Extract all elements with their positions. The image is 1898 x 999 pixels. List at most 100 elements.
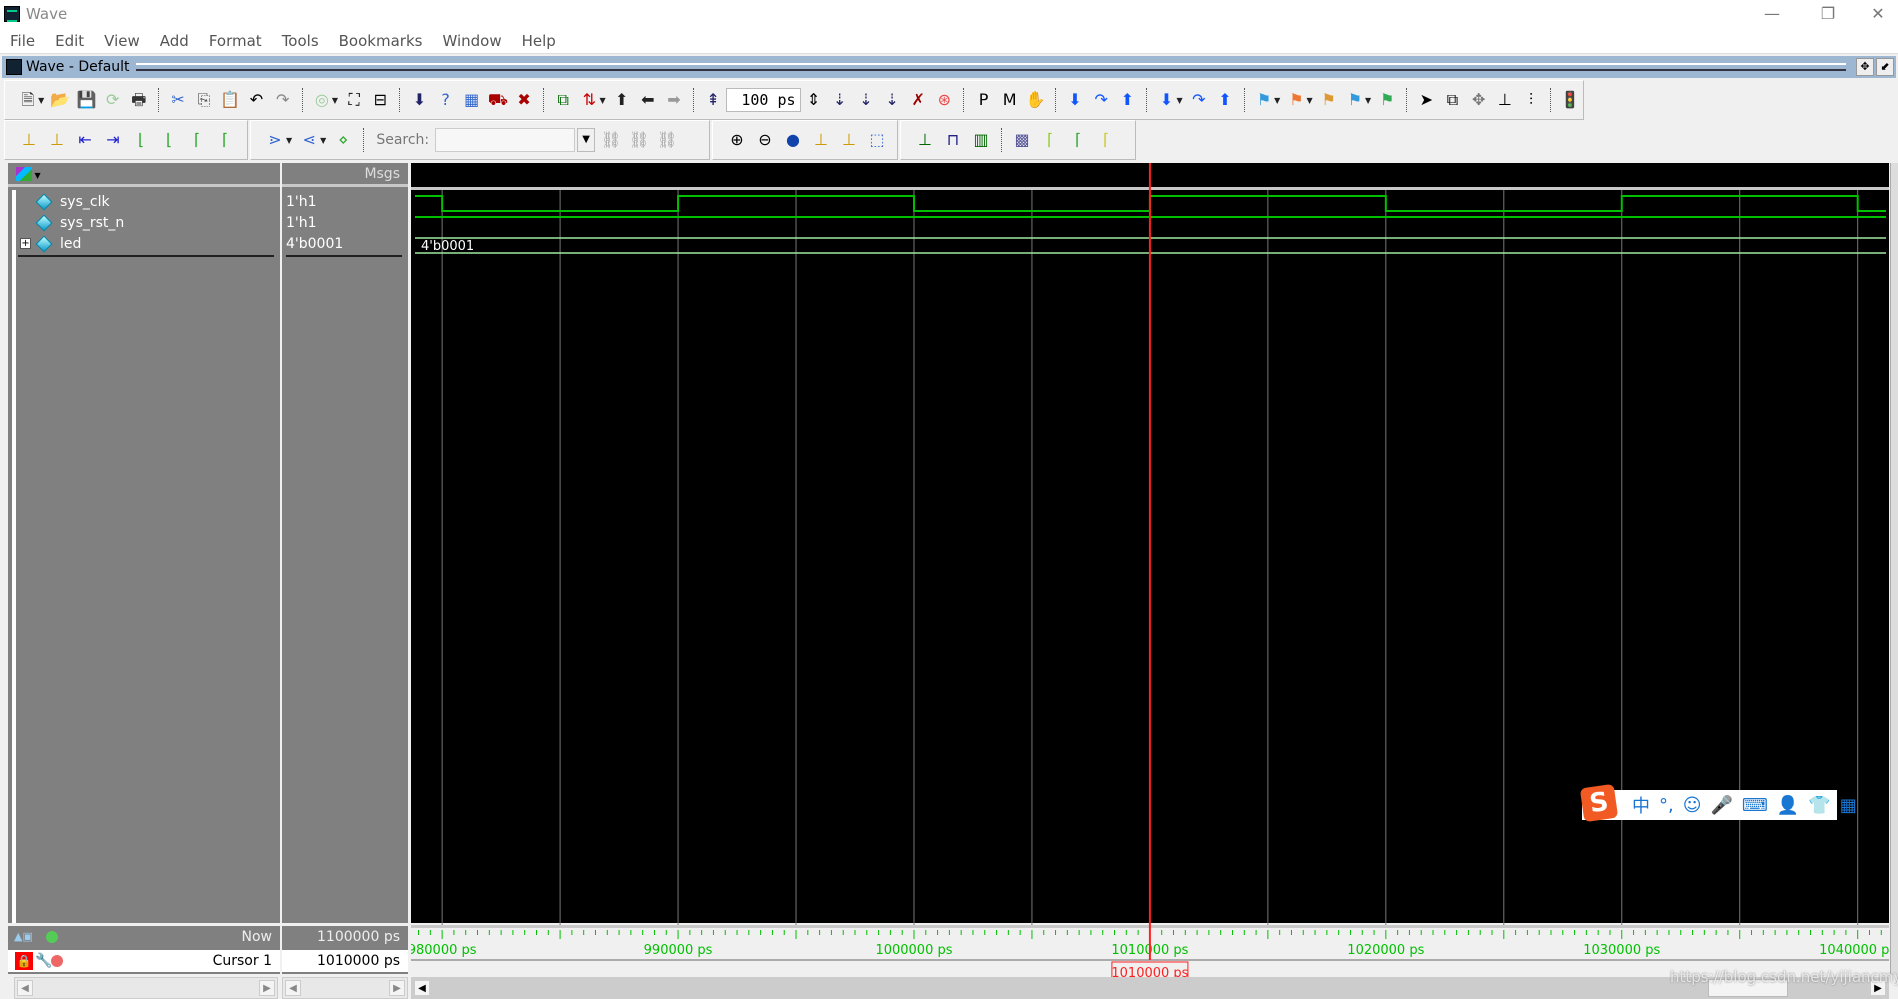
cursor-mode-icon[interactable]: ⊥ <box>1494 88 1516 112</box>
delete-icon[interactable]: ✖ <box>513 88 535 112</box>
menu-help[interactable]: Help <box>522 32 556 50</box>
dropdown-arrow-icon[interactable]: ▼ <box>1306 96 1312 105</box>
add-bookmark-icon[interactable]: ⚑ <box>1253 88 1275 112</box>
spinner-icon[interactable]: ⇕ <box>803 88 825 112</box>
signal-row-led[interactable]: led <box>35 233 81 254</box>
dropdown-arrow-icon[interactable]: ▼ <box>1274 96 1280 105</box>
zoom-mode-icon[interactable]: ⧉ <box>1441 88 1463 112</box>
dropdown-arrow-icon[interactable]: ▼ <box>1177 96 1183 105</box>
delete-cursor-icon[interactable] <box>51 955 63 967</box>
dropdown-arrow-icon[interactable]: ▼ <box>38 96 44 105</box>
zoom-full-icon[interactable]: ● <box>781 128 805 152</box>
next-edge-icon[interactable]: ⇥ <box>101 128 125 152</box>
step-into-cycle-icon[interactable]: ⬇ <box>1155 88 1177 112</box>
menu-window[interactable]: Window <box>442 32 501 50</box>
prev-falling-icon[interactable]: ⌊ <box>129 128 153 152</box>
dataflow-icon[interactable]: ⛟ <box>487 88 509 112</box>
restart-icon[interactable]: ⊛ <box>933 88 955 112</box>
prev-edge-icon[interactable]: ⇤ <box>73 128 97 152</box>
reload-icon[interactable]: ⟳ <box>102 88 124 112</box>
menu-tools[interactable]: Tools <box>282 32 319 50</box>
signal-row-sys_rst_n[interactable]: sys_rst_n <box>35 212 124 233</box>
print-icon[interactable]: 🖶 <box>128 88 150 112</box>
menu-add[interactable]: Add <box>160 32 189 50</box>
find-icon[interactable]: ◎ <box>311 88 333 112</box>
sogou-logo-icon[interactable]: S <box>1579 783 1619 823</box>
wave-style3-icon[interactable]: ⌈ <box>1094 128 1118 152</box>
expand-left-icon[interactable]: ⋗ <box>263 128 287 152</box>
expand-both-icon[interactable]: ⋄ <box>331 128 355 152</box>
menu-edit[interactable]: Edit <box>55 32 84 50</box>
wave-event-icon[interactable]: ▥ <box>969 128 993 152</box>
search-clear-icon[interactable]: ⛓ <box>655 128 679 152</box>
cursor-row[interactable]: 🔒 🔧 Cursor 1 <box>8 950 280 972</box>
user-icon[interactable]: 👤 <box>1777 795 1799 816</box>
chinese-mode-icon[interactable]: 中 <box>1632 792 1650 818</box>
dropdown-arrow-icon[interactable]: ▼ <box>599 96 605 105</box>
delete-cursor-icon[interactable]: ⊥ <box>45 128 69 152</box>
zoom-out-icon[interactable]: ⊖ <box>753 128 777 152</box>
menu-view[interactable]: View <box>104 32 140 50</box>
up-arrow-icon[interactable]: ⬆ <box>611 88 633 112</box>
dropdown-arrow-icon[interactable]: ▼ <box>286 136 292 145</box>
zoom-cursor-icon[interactable]: ⊥ <box>809 128 833 152</box>
search-back-icon[interactable]: ⛓ <box>627 128 651 152</box>
cut-icon[interactable]: ✂ <box>167 88 189 112</box>
ime-toolbar[interactable]: S 中 °, ☺ 🎤 ⌨ 👤 👕 ▦ <box>1579 783 1857 823</box>
scroll-left-icon[interactable]: ◀ <box>285 980 301 996</box>
add-cursor-icon[interactable] <box>46 931 58 943</box>
expand-icon[interactable]: + <box>20 238 31 249</box>
open-folder-icon[interactable]: 📂 <box>49 88 71 112</box>
punctuation-icon[interactable]: °, <box>1659 795 1674 816</box>
grid-icon[interactable]: ▦ <box>461 88 483 112</box>
hatch-icon[interactable]: ▩ <box>1010 128 1034 152</box>
step-over-icon[interactable]: ↷ <box>1090 88 1112 112</box>
continue-icon[interactable]: ⇣ <box>829 88 851 112</box>
step-out-cycle-icon[interactable]: ⬆ <box>1214 88 1236 112</box>
search-dropdown-icon[interactable]: ▼ <box>577 128 596 152</box>
cursor-tools-icon[interactable]: ▲▣ <box>14 926 33 948</box>
scroll-right-icon[interactable]: ▶ <box>389 980 405 996</box>
run-icon[interactable]: ⇞ <box>702 88 724 112</box>
edit-bookmark-icon[interactable]: ⚑ <box>1318 88 1340 112</box>
sort-icon[interactable]: ⇅ <box>578 88 600 112</box>
scroll-left-icon[interactable]: ◀ <box>17 980 33 996</box>
copy-icon[interactable]: ⎘ <box>193 88 215 112</box>
drag-grip[interactable] <box>135 63 1846 71</box>
save-bookmark-icon[interactable]: ⚑ <box>1344 88 1366 112</box>
minimize-button[interactable]: — <box>1752 2 1792 26</box>
pan-mode-icon[interactable]: ✥ <box>1468 88 1490 112</box>
edit-icon[interactable]: ? <box>435 88 457 112</box>
undo-icon[interactable]: ↶ <box>245 88 267 112</box>
zoom-in-icon[interactable]: ⊕ <box>725 128 749 152</box>
goto-bookmark-icon[interactable]: ⚑ <box>1376 88 1398 112</box>
binoculars-icon[interactable]: ⛶ <box>343 88 365 112</box>
insert-breakpoint-icon[interactable]: ⬇ <box>408 88 430 112</box>
wave-style2-icon[interactable]: ⌈ <box>1066 128 1090 152</box>
dropdown-arrow-icon[interactable]: ▼ <box>320 136 326 145</box>
zoom-region-icon[interactable]: ⬚ <box>865 128 889 152</box>
back-arrow-icon[interactable]: ⬅ <box>637 88 659 112</box>
emoji-icon[interactable]: ☺ <box>1683 795 1702 816</box>
name-pane-hscroll[interactable]: ◀ ▶ <box>14 977 278 999</box>
waveform-canvas[interactable]: 4'b0001980000 ps 990000 ps 1000000 ps 10100… <box>411 163 1889 999</box>
performance-icon[interactable]: P <box>972 88 994 112</box>
close-button[interactable]: ✕ <box>1858 2 1898 26</box>
wrench-icon[interactable]: 🔧 <box>35 950 52 972</box>
layers-icon[interactable] <box>16 167 32 181</box>
menu-bookmarks[interactable]: Bookmarks <box>339 32 423 50</box>
zoom-cursors-icon[interactable]: ⊥ <box>837 128 861 152</box>
step-out-icon[interactable]: ⬆ <box>1116 88 1138 112</box>
step-icon[interactable]: ⇣ <box>881 88 903 112</box>
forward-arrow-icon[interactable]: ➡ <box>663 88 685 112</box>
redo-icon[interactable]: ↷ <box>272 88 294 112</box>
next-rising-icon[interactable]: ⌈ <box>213 128 237 152</box>
step-over-cycle-icon[interactable]: ↷ <box>1188 88 1210 112</box>
vertical-scrollbar[interactable] <box>1890 163 1898 975</box>
menu-format[interactable]: Format <box>209 32 262 50</box>
save-icon[interactable]: 💾 <box>75 88 97 112</box>
add-cursor-icon[interactable]: ⊥ <box>17 128 41 152</box>
signal-row-sys_clk[interactable]: sys_clk <box>35 191 110 212</box>
toolbox-icon[interactable]: ▦ <box>1840 795 1857 816</box>
search-forward-icon[interactable]: ⛓ <box>599 128 623 152</box>
